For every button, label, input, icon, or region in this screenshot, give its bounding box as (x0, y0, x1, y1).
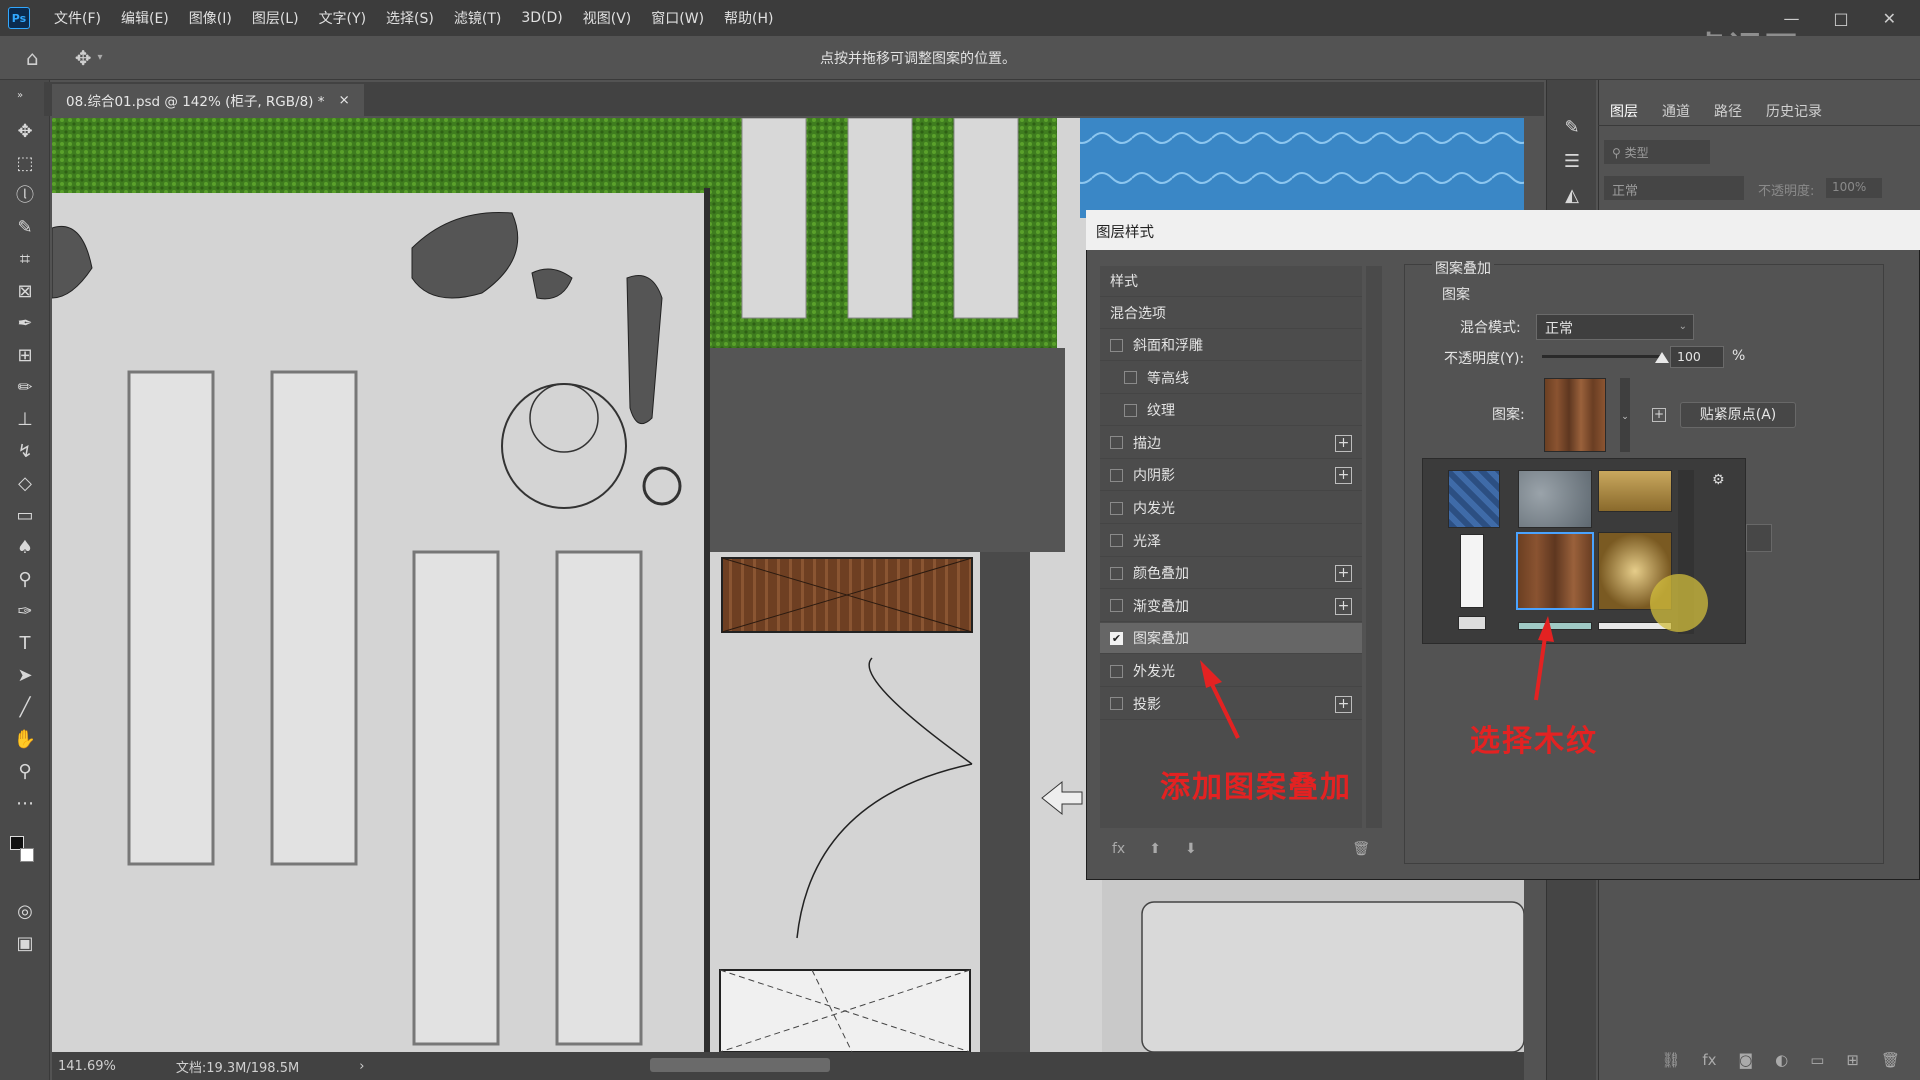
annotation-choose-wood: 选择木纹 (1470, 724, 1598, 759)
annotation-add-pattern: 添加图案叠加 (1160, 770, 1352, 805)
annotation-arrows (1200, 616, 1554, 739)
